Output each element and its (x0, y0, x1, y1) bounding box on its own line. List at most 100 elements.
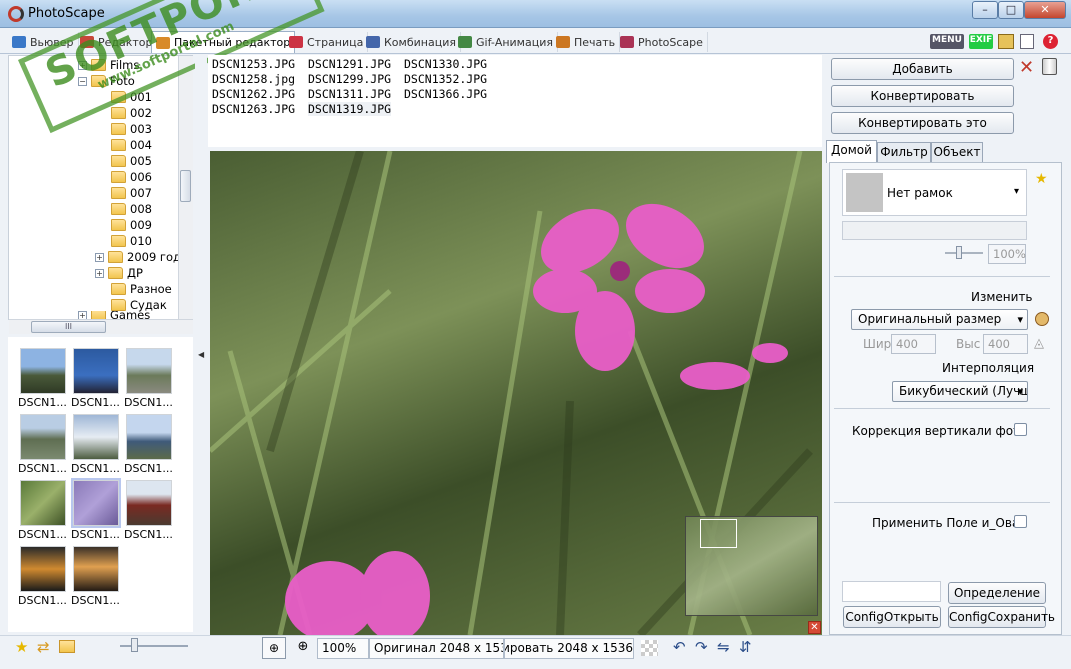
opacity-slider-thumb[interactable] (956, 246, 962, 259)
frame-color-bar[interactable] (842, 221, 1027, 240)
file-item[interactable]: DSCN1352.JPG (404, 72, 487, 86)
star-icon[interactable]: ★ (15, 638, 28, 656)
config-name-field[interactable] (842, 581, 941, 602)
tree-item-002[interactable]: 002 (111, 105, 152, 121)
thumbnail[interactable]: DSCN1... (71, 546, 120, 607)
rotate-left-icon[interactable]: ↶ (673, 638, 686, 656)
person-icon[interactable] (1035, 312, 1049, 326)
thumbnail[interactable]: DSCN1... (124, 414, 173, 475)
help-icon[interactable]: ? (1043, 34, 1058, 49)
file-item[interactable]: DSCN1366.JPG (404, 87, 487, 101)
tab-home[interactable]: Домой (826, 140, 877, 163)
add-button[interactable]: Добавить (831, 58, 1014, 80)
transparency-icon[interactable] (641, 640, 658, 656)
lock-ratio-icon[interactable]: ◬ (1034, 336, 1044, 351)
tree-item-misc[interactable]: Разное (111, 281, 172, 297)
tree-item-foto[interactable]: − Foto (78, 73, 135, 89)
tab-object[interactable]: Объект (931, 142, 983, 163)
file-item[interactable]: DSCN1291.JPG (308, 57, 391, 71)
convert-this-button[interactable]: Конвертировать это (831, 112, 1014, 134)
tab-gif-animation[interactable]: Gif-Анимация (454, 32, 558, 52)
expand-icon[interactable]: + (95, 268, 104, 278)
file-item[interactable]: DSCN1263.JPG (212, 102, 295, 116)
minimize-button[interactable]: – (972, 1, 998, 19)
height-field[interactable]: 400 (983, 334, 1028, 354)
tree-item-films[interactable]: + Films (78, 57, 139, 73)
close-button[interactable]: ✕ (1024, 1, 1066, 19)
tab-photoscape[interactable]: PhotoScape (616, 32, 708, 52)
interpolation-select[interactable]: Бикубический (Лучш (892, 381, 1028, 402)
file-item[interactable]: DSCN1311.JPG (308, 87, 391, 101)
tab-page[interactable]: Страница (285, 32, 369, 52)
swap-icon[interactable]: ⇄ (37, 638, 50, 656)
tree-item-003[interactable]: 003 (111, 121, 152, 137)
menu-button[interactable]: MENU (930, 34, 964, 49)
rotate-right-icon[interactable]: ↷ (695, 638, 708, 656)
thumbnail[interactable]: DSCN1... (124, 480, 173, 541)
tab-combine[interactable]: Комбинация (362, 32, 461, 52)
navigator-viewport[interactable] (700, 519, 737, 548)
tab-viewer[interactable]: Вьювер (8, 32, 79, 52)
copy-icon[interactable] (1020, 34, 1034, 49)
config-save-button[interactable]: ConfigСохранить (948, 606, 1055, 628)
flip-horizontal-icon[interactable]: ⇋ (717, 638, 730, 656)
config-open-button[interactable]: ConfigОткрыть (843, 606, 941, 628)
apply-field-oval-checkbox[interactable] (1014, 515, 1027, 528)
thumbnail[interactable]: DSCN1... (124, 348, 173, 409)
vertical-correction-checkbox[interactable] (1014, 423, 1027, 436)
tab-print[interactable]: Печать (552, 32, 621, 52)
tree-item-001[interactable]: 001 (111, 89, 152, 105)
define-button[interactable]: Определение (948, 582, 1046, 604)
file-item[interactable]: DSCN1253.JPG (212, 57, 295, 71)
maximize-button[interactable]: □ (998, 1, 1024, 19)
trash-icon[interactable] (1042, 58, 1057, 75)
tree-hscroll-thumb[interactable]: III (31, 321, 106, 333)
flip-vertical-icon[interactable]: ⇵ (739, 638, 752, 656)
file-item[interactable]: DSCN1330.JPG (404, 57, 487, 71)
expand-icon[interactable]: + (78, 311, 87, 319)
thumbnail[interactable]: DSCN1... (18, 348, 67, 409)
folder-icon[interactable] (998, 34, 1014, 49)
collapse-icon[interactable]: − (78, 76, 87, 86)
thumbnail[interactable]: DSCN1... (18, 480, 67, 541)
tree-scroll-thumb[interactable] (180, 170, 191, 202)
expand-icon[interactable]: + (78, 60, 87, 70)
title-bar[interactable]: PhotoScape (0, 0, 1071, 28)
file-item[interactable]: DSCN1299.JPG (308, 72, 391, 86)
panel-splitter[interactable] (195, 55, 207, 635)
file-item-selected[interactable]: DSCN1319.JPG (308, 102, 392, 116)
tree-item-010[interactable]: 010 (111, 233, 152, 249)
opacity-slider-track[interactable] (945, 252, 983, 254)
zoom-icon[interactable]: ⊕ (293, 637, 313, 659)
file-list[interactable] (208, 55, 822, 147)
tab-filter[interactable]: Фильтр (877, 142, 931, 163)
frame-select[interactable]: Нет рамок ▾ (842, 169, 1027, 216)
remove-icon[interactable]: ✕ (1019, 57, 1034, 78)
folder-open-icon[interactable] (59, 640, 75, 653)
opacity-field[interactable]: 100% (988, 244, 1026, 264)
tree-item-004[interactable]: 004 (111, 137, 152, 153)
convert-button[interactable]: Конвертировать (831, 85, 1014, 107)
width-field[interactable]: 400 (891, 334, 936, 354)
tree-item-games[interactable]: + Games (78, 311, 150, 319)
tree-item-2009[interactable]: +2009 год (95, 249, 181, 265)
tab-batch-editor[interactable]: Пакетный редактор (151, 31, 296, 53)
collapse-arrow-icon[interactable]: ◀ (198, 350, 204, 359)
file-item[interactable]: DSCN1258.jpg (212, 72, 295, 86)
exif-button[interactable]: EXIF (969, 34, 993, 49)
tree-item-005[interactable]: 005 (111, 153, 152, 169)
tree-item-009[interactable]: 009 (111, 217, 152, 233)
tab-editor[interactable]: Редактор (76, 32, 158, 52)
expand-icon[interactable]: + (95, 252, 104, 262)
thumbnail[interactable]: DSCN1... (71, 414, 120, 475)
tree-item-dr[interactable]: + ДР (95, 265, 143, 281)
thumbnail-selected[interactable]: DSCN1... (71, 478, 121, 541)
resize-mode-select[interactable]: Оригинальный размер (851, 309, 1028, 330)
thumb-size-slider-thumb[interactable] (131, 638, 138, 652)
thumbnail[interactable]: DSCN1... (18, 414, 67, 475)
tree-item-006[interactable]: 006 (111, 169, 152, 185)
close-navigator-icon[interactable]: ✕ (808, 621, 821, 634)
tree-item-007[interactable]: 007 (111, 185, 152, 201)
thumbnail[interactable]: DSCN1... (71, 348, 120, 409)
file-item[interactable]: DSCN1262.JPG (212, 87, 295, 101)
